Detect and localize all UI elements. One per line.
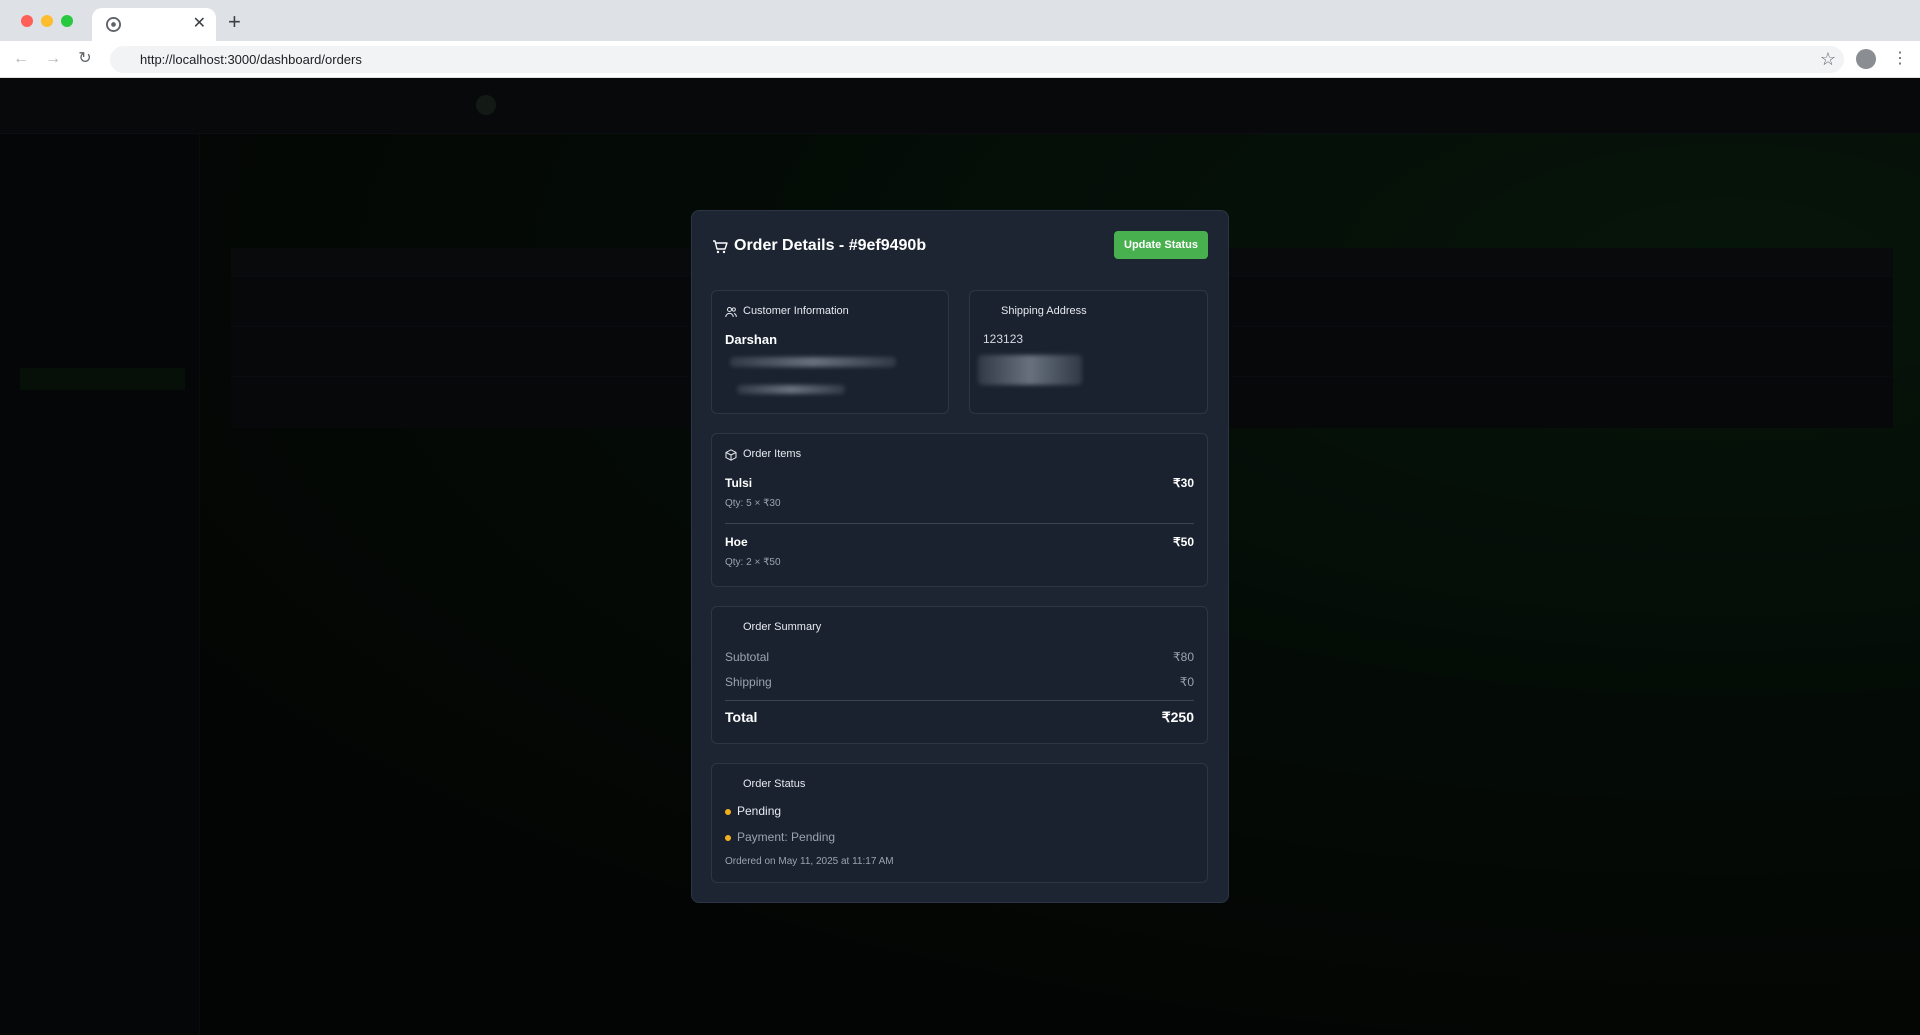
order-items-title: Order Items <box>743 448 802 460</box>
minimize-window-button[interactable] <box>41 15 53 27</box>
back-icon[interactable]: ← <box>11 49 31 69</box>
status-dot-icon <box>725 809 731 815</box>
shipping-address-title: Shipping Address <box>1001 305 1087 317</box>
update-status-button[interactable]: Update Status <box>1114 231 1208 259</box>
order-status-text: Pending <box>737 804 782 818</box>
summary-divider <box>725 700 1194 701</box>
item-price: ₹30 <box>1173 476 1194 490</box>
total-value: ₹250 <box>1161 709 1194 725</box>
close-tab-icon[interactable]: ✕ <box>193 14 206 34</box>
browser-menu-icon[interactable]: ⋮ <box>1892 49 1908 69</box>
customer-info-title: Customer Information <box>743 305 849 317</box>
shipping-value: ₹0 <box>1179 675 1194 689</box>
close-window-button[interactable] <box>21 15 33 27</box>
item-qty: Qty: 2 × ₹50 <box>725 557 781 568</box>
bookmark-star-icon[interactable]: ☆ <box>1820 49 1836 70</box>
order-summary-card: Order Summary Subtotal ₹80 Shipping ₹0 T… <box>711 606 1208 744</box>
redacted-phone <box>737 385 845 394</box>
item-price: ₹50 <box>1173 535 1194 549</box>
cart-icon <box>713 240 728 254</box>
browser-tab[interactable]: ✕ <box>92 8 216 41</box>
browser-address-bar: ← → ↻ http://localhost:3000/dashboard/or… <box>0 41 1920 78</box>
customer-info-card: Customer Information Darshan <box>711 290 949 414</box>
order-summary-title: Order Summary <box>743 621 822 633</box>
shipping-address-line: 123123 <box>983 332 1024 346</box>
list-item: Hoe ₹50 Qty: 2 × ₹50 <box>725 535 1194 583</box>
users-icon <box>725 307 737 318</box>
payment-status-text: Payment: Pending <box>737 830 836 844</box>
subtotal-label: Subtotal <box>725 650 770 664</box>
customer-name: Darshan <box>725 332 778 347</box>
profile-avatar-icon[interactable] <box>1856 49 1876 69</box>
subtotal-value: ₹80 <box>1173 650 1194 664</box>
order-items-card: Order Items Tulsi ₹30 Qty: 5 × ₹30 Hoe ₹… <box>711 433 1208 587</box>
ordered-on-text: Ordered on May 11, 2025 at 11:17 AM <box>725 856 894 867</box>
shipping-address-card: Shipping Address 123123 <box>969 290 1208 414</box>
modal-title: Order Details - #9ef9490b <box>734 237 927 254</box>
maximize-window-button[interactable] <box>61 15 73 27</box>
redacted-address <box>978 355 1082 385</box>
item-qty: Qty: 5 × ₹30 <box>725 498 781 509</box>
order-status-card: Order Status Pending Payment: Pending Or… <box>711 763 1208 883</box>
item-divider <box>725 523 1194 524</box>
status-dot-icon <box>725 835 731 841</box>
total-row: Total ₹250 <box>725 709 1194 729</box>
browser-tab-bar: ✕ + <box>0 0 1920 41</box>
total-label: Total <box>725 709 758 725</box>
shipping-label: Shipping <box>725 675 772 689</box>
redacted-email <box>730 357 896 367</box>
chrome-icon <box>106 17 121 32</box>
subtotal-row: Subtotal ₹80 <box>725 650 1194 668</box>
forward-icon[interactable]: → <box>43 49 63 69</box>
list-item: Tulsi ₹30 Qty: 5 × ₹30 <box>725 476 1194 524</box>
order-status-title: Order Status <box>743 778 806 790</box>
reload-icon[interactable]: ↻ <box>75 49 95 69</box>
item-name: Hoe <box>725 535 748 549</box>
item-name: Tulsi <box>725 476 753 490</box>
url-input[interactable]: http://localhost:3000/dashboard/orders ☆ <box>110 46 1844 73</box>
new-tab-icon[interactable]: + <box>228 11 241 33</box>
url-text: http://localhost:3000/dashboard/orders <box>140 52 362 67</box>
package-icon <box>725 449 737 461</box>
shipping-row: Shipping ₹0 <box>725 675 1194 693</box>
